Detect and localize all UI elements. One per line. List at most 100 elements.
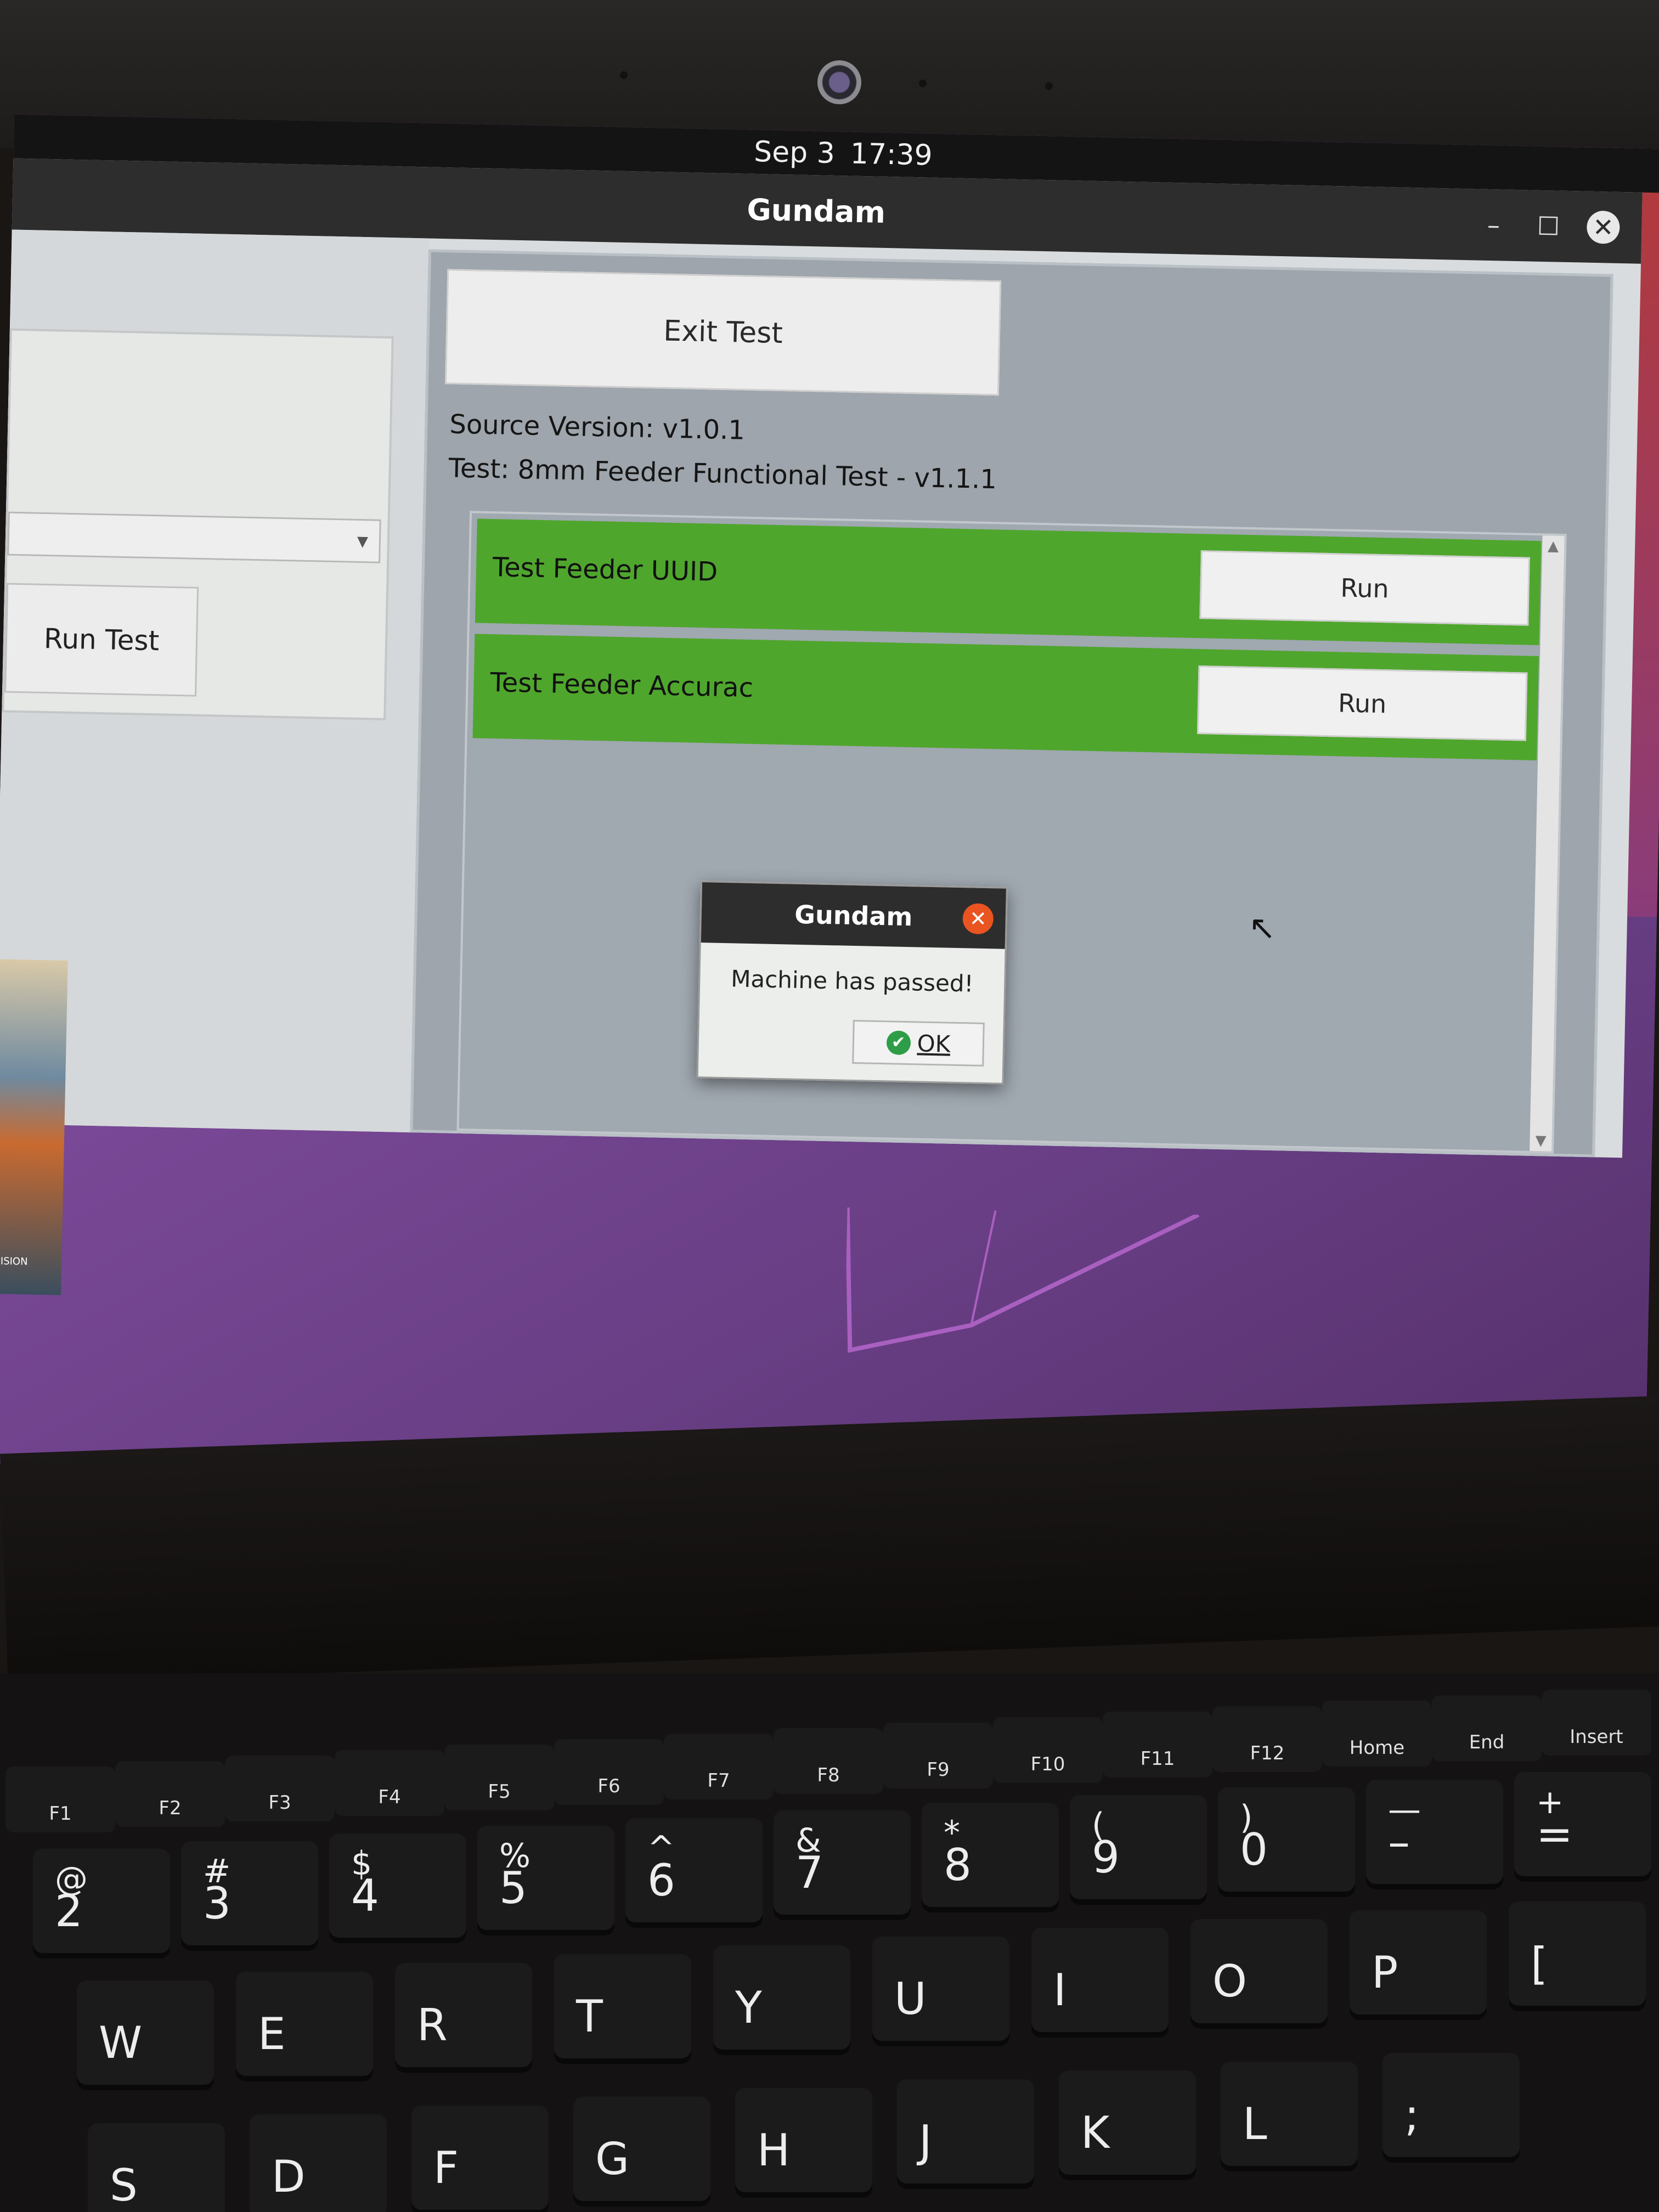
key-main-label: = (1536, 1809, 1573, 1860)
result-dialog: Gundam ✕ Machine has passed! ✔ OK (696, 881, 1008, 1085)
key-main-label: 0 (1240, 1824, 1268, 1875)
poster-text: CISION (0, 1255, 28, 1268)
key-=[interactable]: + = (1514, 1772, 1651, 1882)
maximize-button[interactable]: ☐ (1532, 210, 1565, 243)
test-label: Test Feeder Accurac (490, 667, 754, 704)
bezel-sensor (620, 71, 628, 79)
key-end[interactable]: End (1432, 1695, 1542, 1761)
key-main-label: O (1212, 1956, 1247, 2007)
key-5[interactable]: % 5 (477, 1826, 614, 1936)
key-s[interactable]: S (88, 2123, 225, 2212)
window-title: Gundam (746, 192, 886, 230)
key-g[interactable]: G (573, 2097, 710, 2207)
key-d[interactable]: D (250, 2114, 387, 2212)
key-main-label: F (433, 2142, 459, 2193)
key-h[interactable]: H (735, 2088, 872, 2198)
key-semicolon[interactable]: ; (1383, 2053, 1520, 2163)
key-3[interactable]: #3 (181, 1841, 318, 1951)
key-f2[interactable]: F2 (115, 1761, 225, 1827)
key-main-label: 3 (203, 1878, 231, 1929)
key-f6[interactable]: F6 (554, 1739, 664, 1805)
test-list: Test Feeder UUID Run Test Feeder Accurac… (456, 511, 1567, 1154)
key-main-label: – (1388, 1816, 1410, 1867)
ok-button[interactable]: ✔ OK (852, 1019, 985, 1066)
key-f10[interactable]: F10 (993, 1717, 1103, 1783)
test-row-accuracy: Test Feeder Accurac Run (472, 634, 1539, 760)
left-panel: ▾ Run Test CISION (0, 229, 429, 1295)
key-t[interactable]: T (554, 1954, 691, 2064)
key-6[interactable]: ^ 6 (625, 1818, 763, 1928)
test-label: Test Feeder UUID (492, 552, 718, 588)
chevron-down-icon: ▾ (357, 528, 369, 554)
key-e[interactable]: E (236, 1972, 373, 2081)
key-8[interactable]: * 8 (922, 1803, 1059, 1912)
test-row-uuid: Test Feeder UUID Run (475, 518, 1542, 646)
key-insert[interactable]: Insert (1542, 1690, 1651, 1756)
key-main-label: S (110, 2160, 138, 2211)
key-main-label: P (1372, 1947, 1398, 1998)
topbar-time: 17:39 (850, 137, 933, 172)
desktop-screen: Sep 3 17:39 Gundam – ☐ ✕ ▾ Run Test CISI… (0, 114, 1659, 1499)
key-main-label: H (757, 2125, 791, 2176)
key-w[interactable]: W (77, 1980, 214, 2090)
key-main-label: D (272, 2151, 306, 2202)
key-f4[interactable]: F4 (335, 1750, 444, 1816)
key-p[interactable]: P (1350, 1910, 1487, 2020)
key-f8[interactable]: F8 (774, 1728, 883, 1794)
key-main-label: ; (1404, 2090, 1419, 2141)
key-main-label: I (1053, 1965, 1066, 2016)
scroll-up-icon[interactable]: ▲ (1542, 538, 1565, 555)
key-f9[interactable]: F9 (883, 1723, 993, 1788)
key-f3[interactable]: F3 (225, 1756, 335, 1821)
key-main-label: 7 (795, 1847, 823, 1898)
topbar-date: Sep 3 (753, 135, 836, 170)
key-i[interactable]: I (1031, 1928, 1169, 2038)
key-[[interactable]: [ (1509, 1901, 1646, 2011)
key-main-label: W (99, 2017, 143, 2068)
bezel-sensor (1045, 82, 1053, 90)
minimize-button[interactable]: – (1477, 208, 1510, 241)
dialog-title: Gundam (794, 899, 913, 932)
key-main-label: T (576, 1991, 603, 2042)
key-r[interactable]: R (395, 1963, 532, 2073)
ok-label: OK (917, 1029, 951, 1058)
key-2[interactable]: @2 (33, 1849, 170, 1959)
key-0[interactable]: ) 0 (1218, 1787, 1355, 1897)
close-window-button[interactable]: ✕ (1586, 210, 1621, 244)
key-7[interactable]: & 7 (774, 1810, 911, 1920)
key-o[interactable]: O (1190, 1919, 1328, 2029)
test-select-dropdown[interactable]: ▾ (7, 511, 381, 563)
run-accuracy-button[interactable]: Run (1197, 665, 1528, 741)
key-–[interactable]: — – (1366, 1780, 1503, 1889)
test-name: Test: 8mm Feeder Functional Test - v1.1.… (448, 453, 997, 495)
key-main-label: 8 (944, 1839, 972, 1891)
key-j[interactable]: J (897, 2079, 1034, 2189)
key-f[interactable]: F (411, 2106, 549, 2212)
key-u[interactable]: U (872, 1937, 1009, 2046)
run-test-button[interactable]: Run Test (4, 583, 199, 697)
key-y[interactable]: Y (713, 1945, 850, 2055)
key-k[interactable]: K (1059, 2070, 1196, 2180)
dialog-message: Machine has passed! (730, 965, 974, 997)
key-main-label: R (417, 2000, 448, 2051)
check-circle-icon: ✔ (886, 1030, 911, 1056)
dialog-titlebar[interactable]: Gundam (701, 882, 1006, 949)
app-window: Gundam – ☐ ✕ ▾ Run Test CISION Exit Test… (0, 157, 1643, 1295)
key-f11[interactable]: F11 (1103, 1712, 1212, 1778)
key-4[interactable]: $4 (329, 1833, 466, 1943)
key-main-label: G (595, 2134, 629, 2185)
key-f1[interactable]: F1 (5, 1767, 115, 1832)
key-main-label: 5 (499, 1863, 527, 1914)
key-9[interactable]: (9 (1070, 1795, 1207, 1905)
key-main-label: L (1243, 2098, 1267, 2149)
key-f5[interactable]: F5 (444, 1745, 554, 1810)
left-control-box: ▾ Run Test (2, 328, 394, 721)
key-home[interactable]: Home (1322, 1701, 1432, 1767)
exit-test-button[interactable]: Exit Test (444, 269, 1002, 396)
run-uuid-button[interactable]: Run (1199, 550, 1530, 626)
scroll-down-icon[interactable]: ▼ (1530, 1132, 1552, 1149)
key-f12[interactable]: F12 (1212, 1706, 1322, 1772)
key-f7[interactable]: F7 (664, 1734, 774, 1799)
key-l[interactable]: L (1221, 2062, 1358, 2171)
source-version: Source Version: v1.0.1 (449, 409, 746, 446)
